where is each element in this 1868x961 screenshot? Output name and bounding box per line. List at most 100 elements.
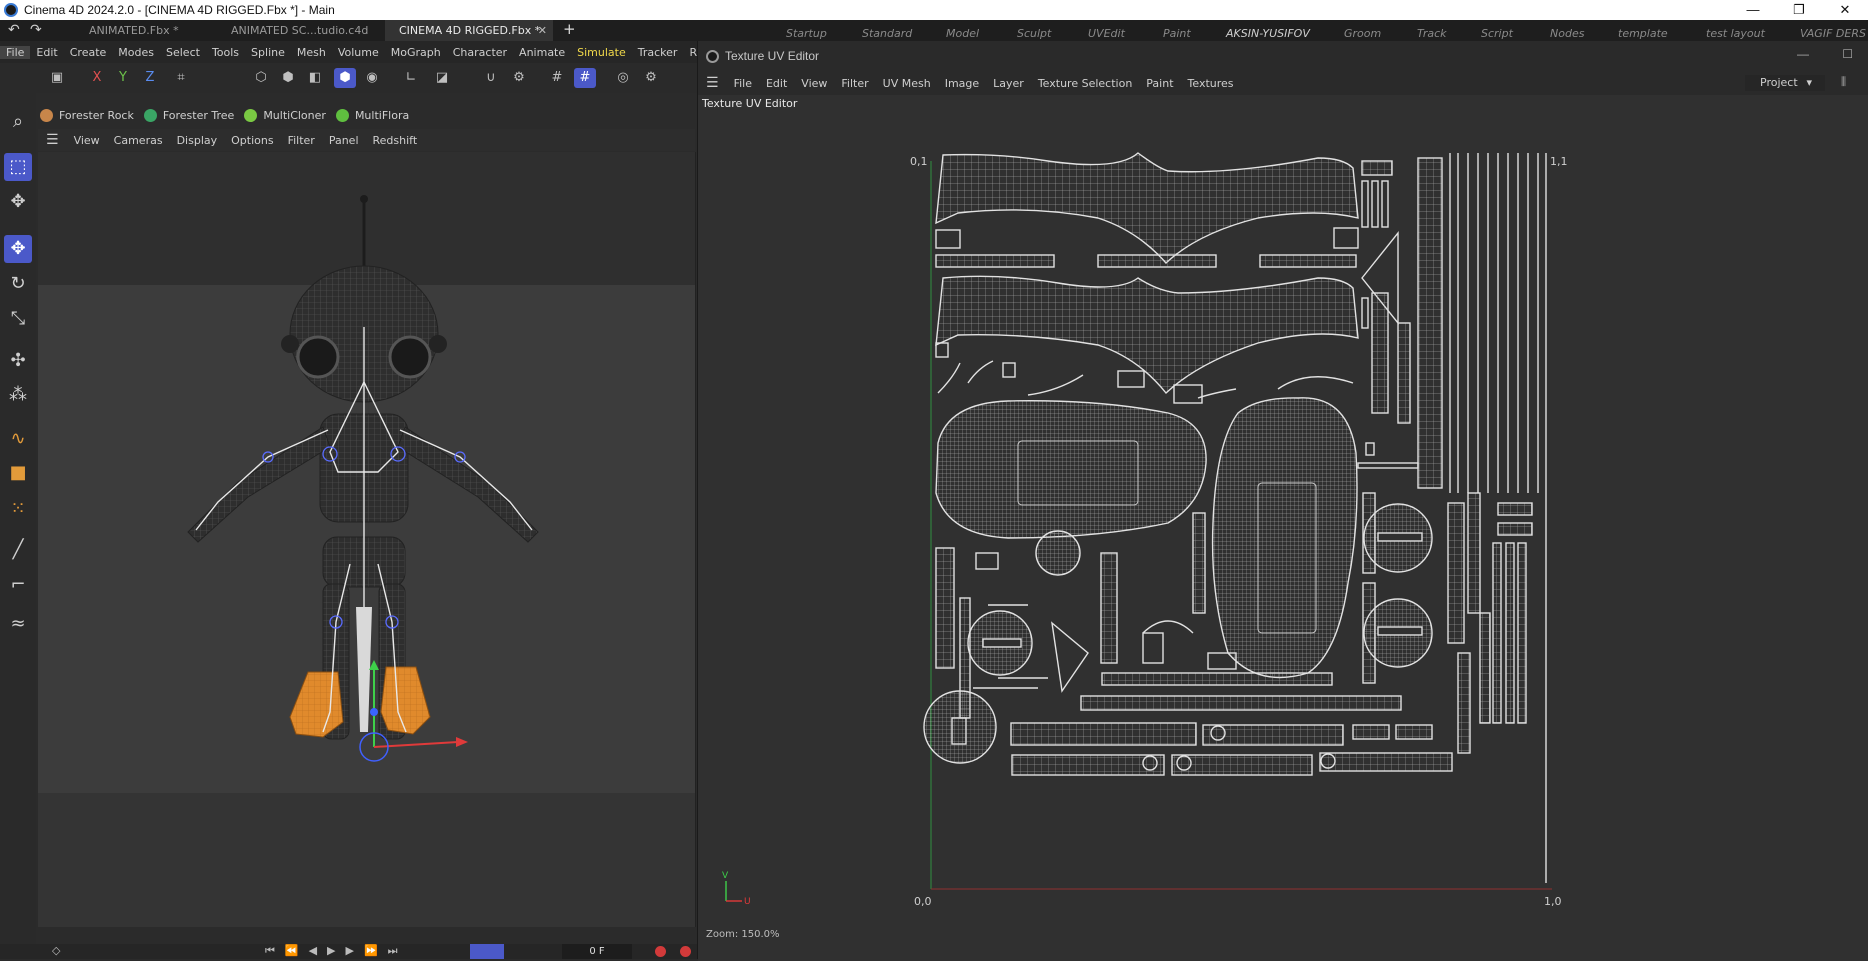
z-axis-button[interactable]: Z	[139, 68, 161, 88]
move-tool-icon[interactable]: ✥	[4, 235, 32, 263]
menu-spline[interactable]: Spline	[245, 46, 291, 59]
layout-paint[interactable]: Paint	[1163, 20, 1191, 41]
menu-tracker[interactable]: Tracker	[632, 46, 684, 59]
spline-sketch-icon[interactable]: ≈	[4, 610, 32, 638]
deformer-icon[interactable]: ⁙	[4, 495, 32, 523]
vp-menu-view[interactable]: View	[67, 134, 107, 147]
layout-nodes[interactable]: Nodes	[1550, 20, 1584, 41]
current-frame-field[interactable]: 0 F	[562, 944, 632, 959]
transform-tool-icon[interactable]: ✣	[4, 347, 32, 375]
maximize-button[interactable]: ❐	[1776, 0, 1822, 20]
uv-menu-edit[interactable]: Edit	[759, 77, 794, 90]
tab-close-icon[interactable]: ✕	[538, 20, 547, 41]
menu-tools[interactable]: Tools	[206, 46, 245, 59]
axis-mode-icon[interactable]: ∟	[400, 68, 422, 88]
record-icon[interactable]	[655, 946, 666, 957]
uv-menu-image[interactable]: Image	[938, 77, 986, 90]
uv-canvas[interactable]: 0,1 1,1 0,0 1,0 V U	[698, 113, 1868, 961]
selection-tool-icon[interactable]: ⬚	[4, 153, 32, 181]
vp-menu-filter[interactable]: Filter	[281, 134, 322, 147]
search-icon[interactable]: ⌕	[4, 108, 32, 136]
vp-menu-redshift[interactable]: Redshift	[366, 134, 425, 147]
uv-menu-file[interactable]: File	[727, 77, 759, 90]
uv-menu-layer[interactable]: Layer	[986, 77, 1031, 90]
object-mode-icon[interactable]: ▣	[46, 68, 68, 88]
coordinate-system-icon[interactable]: ⌗	[170, 68, 192, 88]
menu-edit[interactable]: Edit	[30, 46, 63, 59]
points-mode-icon[interactable]: ⬡	[250, 68, 272, 88]
menu-select[interactable]: Select	[160, 46, 206, 59]
scale-tool-icon[interactable]: ⤡	[4, 305, 32, 333]
tab-cinema4d-rigged[interactable]: CINEMA 4D RIGGED.Fbx * ✕	[385, 20, 553, 41]
distribute-tool-icon[interactable]: ⁂	[4, 381, 32, 409]
layout-groom[interactable]: Groom	[1344, 20, 1381, 41]
layout-uvedit[interactable]: UVEdit	[1088, 20, 1125, 41]
plugin-multiflora[interactable]: MultiFlora	[335, 108, 409, 122]
menu-simulate[interactable]: Simulate	[571, 46, 632, 59]
menu-volume[interactable]: Volume	[332, 46, 385, 59]
edges-mode-icon[interactable]: ⬢	[277, 68, 299, 88]
undo-icon[interactable]: ↶	[8, 22, 20, 38]
rotate-tool-icon[interactable]: ↻	[4, 270, 32, 298]
x-axis-button[interactable]: X	[86, 68, 108, 88]
menu-mesh[interactable]: Mesh	[291, 46, 332, 59]
vp-menu-display[interactable]: Display	[170, 134, 225, 147]
uv-maximize-button[interactable]: ☐	[1842, 47, 1853, 61]
vp-menu-cameras[interactable]: Cameras	[107, 134, 170, 147]
plugin-forester-rock[interactable]: Forester Rock	[40, 108, 134, 122]
menu-character[interactable]: Character	[447, 46, 513, 59]
live-selection-icon[interactable]: ✥	[4, 188, 32, 216]
snap-settings-icon[interactable]: ⚙	[508, 68, 530, 88]
project-dropdown[interactable]: Project ▾	[1745, 75, 1825, 91]
menu-mograph[interactable]: MoGraph	[385, 46, 447, 59]
uv-mode-icon[interactable]: ◉	[361, 68, 383, 88]
eyedropper-icon[interactable]: ⌐	[4, 571, 32, 599]
layout-test-layout[interactable]: test layout	[1706, 20, 1765, 41]
uv-panel-icon[interactable]: ⫼	[1834, 75, 1853, 89]
autokey-icon[interactable]	[680, 946, 691, 957]
plugin-multicloner[interactable]: MultiCloner	[244, 108, 326, 122]
minimize-button[interactable]: —	[1730, 0, 1776, 20]
texture-mode-icon[interactable]: ◪	[431, 68, 453, 88]
brush-tool-icon[interactable]: ╱	[4, 536, 32, 564]
grid-icon[interactable]: #	[546, 68, 568, 88]
uv-hamburger-icon[interactable]: ☰	[698, 75, 727, 91]
render-view-icon[interactable]: ◎	[612, 68, 634, 88]
uv-menu-textures[interactable]: Textures	[1181, 77, 1241, 90]
playback-controls[interactable]: ⏮⏪◀▶▶⏩⏭	[265, 944, 408, 958]
menu-modes[interactable]: Modes	[112, 46, 160, 59]
uv-menu-paint[interactable]: Paint	[1139, 77, 1180, 90]
menu-file[interactable]: File	[0, 45, 31, 59]
layout-track[interactable]: Track	[1417, 20, 1447, 41]
tab-animated-fbx[interactable]: ANIMATED.Fbx *	[75, 20, 215, 41]
vp-menu-panel[interactable]: Panel	[322, 134, 366, 147]
vp-menu-options[interactable]: Options	[224, 134, 280, 147]
menu-create[interactable]: Create	[64, 46, 113, 59]
uv-minimize-button[interactable]: —	[1797, 47, 1809, 61]
uv-menu-uv-mesh[interactable]: UV Mesh	[876, 77, 938, 90]
layout-startup[interactable]: Startup	[786, 20, 827, 41]
snap-magnet-icon[interactable]: ∪	[480, 68, 502, 88]
loop-button[interactable]	[470, 944, 504, 959]
uv-menu-view[interactable]: View	[794, 77, 834, 90]
viewport-hamburger-icon[interactable]: ☰	[38, 132, 67, 148]
render-settings-icon[interactable]: ⚙	[640, 68, 662, 88]
plugin-forester-tree[interactable]: Forester Tree	[143, 108, 234, 122]
uv-menu-texture-selection[interactable]: Texture Selection	[1031, 77, 1139, 90]
close-button[interactable]: ✕	[1822, 0, 1868, 20]
layout-model[interactable]: Model	[946, 20, 979, 41]
redo-icon[interactable]: ↷	[30, 22, 42, 38]
menu-animate[interactable]: Animate	[513, 46, 571, 59]
cube-primitive-icon[interactable]: ■	[4, 459, 32, 487]
new-tab-button[interactable]: +	[563, 20, 576, 38]
layout-template[interactable]: template	[1618, 20, 1668, 41]
layout-sculpt[interactable]: Sculpt	[1017, 20, 1051, 41]
layout-aksin-yusifov[interactable]: AKSIN-YUSIFOV	[1226, 20, 1310, 41]
layout-vagif-ders[interactable]: VAGIF DERS	[1800, 20, 1866, 41]
tab-animated-studio[interactable]: ANIMATED SC...tudio.c4d *	[217, 20, 377, 58]
polygons-mode-icon[interactable]: ◧	[304, 68, 326, 88]
layout-script[interactable]: Script	[1481, 20, 1513, 41]
y-axis-button[interactable]: Y	[112, 68, 134, 88]
keyframe-icon[interactable]: ◇	[52, 944, 60, 957]
uv-menu-filter[interactable]: Filter	[834, 77, 875, 90]
